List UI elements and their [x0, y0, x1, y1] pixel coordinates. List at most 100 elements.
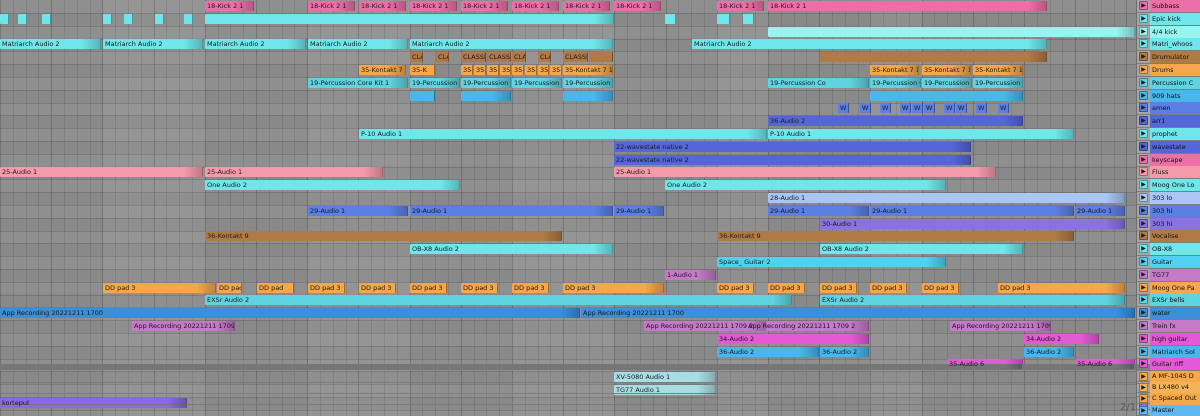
- clip[interactable]: 35-K: [410, 65, 435, 75]
- clip[interactable]: [870, 91, 1023, 101]
- track-header[interactable]: ▶ prophet: [1137, 128, 1200, 141]
- clip[interactable]: [155, 14, 164, 24]
- play-icon[interactable]: ▶: [1139, 244, 1148, 253]
- clip[interactable]: 22-wavestate native 2: [614, 155, 971, 165]
- clip[interactable]: 36-Audio 2: [1024, 347, 1074, 357]
- clip[interactable]: [461, 91, 511, 101]
- clip[interactable]: One Audio 2: [205, 180, 460, 190]
- play-icon[interactable]: ▶: [1139, 91, 1148, 100]
- clip[interactable]: Matriarch Audio 2: [103, 39, 203, 49]
- track-header[interactable]: ▶ 303 lo: [1137, 192, 1200, 205]
- clip[interactable]: EXSr Audio 2: [205, 295, 792, 305]
- clip[interactable]: CLA: [512, 52, 526, 62]
- play-icon[interactable]: ▶: [1139, 231, 1148, 240]
- track-header[interactable]: ▶ arr1: [1137, 115, 1200, 128]
- clip[interactable]: DD pad 3: [922, 283, 959, 293]
- play-icon[interactable]: ▶: [1139, 52, 1148, 61]
- track-name[interactable]: Vocalise: [1150, 230, 1200, 242]
- track-name[interactable]: Moog One Lo: [1150, 179, 1200, 191]
- clip[interactable]: W: [860, 103, 871, 113]
- clip[interactable]: 36-Kontakt 9: [205, 231, 562, 241]
- track-header[interactable]: ▶ EXSr bells: [1137, 294, 1200, 307]
- clip[interactable]: 19-Percussion Co: [922, 78, 972, 88]
- play-icon[interactable]: ▶: [1139, 1, 1148, 10]
- clip[interactable]: 19-Percussion Co: [870, 78, 921, 88]
- track-name[interactable]: Matri_whoos: [1150, 38, 1200, 50]
- play-icon[interactable]: ▶: [1139, 359, 1148, 368]
- return-track-header[interactable]: ▶ Master: [1137, 405, 1200, 416]
- track-name[interactable]: Subbass: [1150, 0, 1200, 12]
- track-name[interactable]: Trein fx: [1150, 320, 1200, 332]
- clip[interactable]: [42, 14, 51, 24]
- clip[interactable]: 35-K: [500, 65, 511, 75]
- play-icon[interactable]: ▶: [1139, 372, 1148, 381]
- clip[interactable]: DD pad 3: [768, 283, 805, 293]
- clip[interactable]: 18-Kick 2 1: [410, 1, 457, 11]
- play-icon[interactable]: ▶: [1139, 103, 1148, 112]
- track-header[interactable]: ▶ wavestate: [1137, 141, 1200, 154]
- play-icon[interactable]: ▶: [1139, 167, 1148, 176]
- track-name[interactable]: prophet: [1150, 128, 1200, 140]
- clip[interactable]: App Recording 20221211 1700: [581, 308, 1135, 318]
- clip[interactable]: 36-Audio 2: [717, 347, 819, 357]
- play-icon[interactable]: ▶: [1139, 334, 1148, 343]
- clip[interactable]: 22-wavestate native 2: [614, 142, 971, 152]
- clip[interactable]: 35-Kontakt 7 1: [922, 65, 971, 75]
- clip[interactable]: 29-Audio 1: [614, 206, 664, 216]
- clip[interactable]: [0, 14, 9, 24]
- track-name[interactable]: 909 hats: [1150, 90, 1200, 102]
- clip[interactable]: Matriarch Audio 2: [692, 39, 1047, 49]
- clip[interactable]: DD pad 3: [410, 283, 447, 293]
- clip[interactable]: [18, 14, 27, 24]
- clip[interactable]: W: [976, 103, 987, 113]
- track-name[interactable]: OB-X8: [1150, 243, 1200, 255]
- track-name[interactable]: Guitar riff: [1150, 358, 1200, 370]
- track-name[interactable]: amen: [1150, 102, 1200, 114]
- clip[interactable]: Matriarch Audio 2: [0, 39, 101, 49]
- clip[interactable]: 19-Percussion Co: [563, 78, 613, 88]
- track-header[interactable]: ▶ Guitar riff: [1137, 358, 1200, 371]
- clip[interactable]: W: [924, 103, 935, 113]
- clip[interactable]: W: [944, 103, 955, 113]
- play-icon[interactable]: ▶: [1139, 257, 1148, 266]
- clip[interactable]: 29-Audio 1: [410, 206, 613, 216]
- play-icon[interactable]: ▶: [1139, 219, 1148, 228]
- clip[interactable]: [717, 14, 730, 24]
- track-header[interactable]: ▶ TG77: [1137, 269, 1200, 282]
- play-icon[interactable]: ▶: [1139, 406, 1148, 415]
- clip[interactable]: 18-Kick 2 1: [563, 1, 610, 11]
- track-name[interactable]: EXSr bells: [1150, 294, 1200, 306]
- clip[interactable]: CLA: [538, 52, 551, 62]
- clip[interactable]: W: [912, 103, 923, 113]
- track-header[interactable]: ▶ Guitar: [1137, 256, 1200, 269]
- clip[interactable]: 18-Kick 2 1: [768, 1, 1047, 11]
- track-header[interactable]: ▶ Fluss: [1137, 166, 1200, 179]
- clip[interactable]: 19-Percussion Co: [512, 78, 562, 88]
- clip[interactable]: P-10 Audio 1: [768, 129, 1074, 139]
- clip[interactable]: 35-K: [525, 65, 537, 75]
- clip[interactable]: [743, 14, 754, 24]
- clip[interactable]: Matriarch Audio 2: [308, 39, 408, 49]
- clip[interactable]: 36-Audio 2: [768, 116, 1023, 126]
- track-header[interactable]: ▶ 303 hi: [1137, 205, 1200, 218]
- clip[interactable]: 35-K: [487, 65, 499, 75]
- clip[interactable]: CLA: [410, 52, 423, 62]
- clip[interactable]: DD pad: [217, 283, 242, 293]
- play-icon[interactable]: ▶: [1139, 155, 1148, 164]
- clip[interactable]: 19-Percussion Core Kit 1: [308, 78, 408, 88]
- clip[interactable]: OB-X8 Audio 2: [820, 244, 1023, 254]
- clip[interactable]: [563, 91, 613, 101]
- return-track-header[interactable]: ▶ A MF-104S D: [1137, 371, 1200, 383]
- clip[interactable]: 35-Kontakt 7 1: [563, 65, 613, 75]
- clip[interactable]: [589, 52, 613, 62]
- clip[interactable]: [665, 14, 676, 24]
- track-name[interactable]: Fluss: [1150, 166, 1200, 178]
- clip[interactable]: DD pad 3: [461, 283, 498, 293]
- play-icon[interactable]: ▶: [1139, 394, 1148, 403]
- clip[interactable]: CLASSIC: [461, 52, 486, 62]
- play-icon[interactable]: ▶: [1139, 142, 1148, 151]
- clip[interactable]: DD pad 3: [103, 283, 216, 293]
- clip[interactable]: DD pad 3: [717, 283, 754, 293]
- track-name[interactable]: Percussion C: [1150, 77, 1200, 89]
- clip[interactable]: 28-Audio 1: [768, 193, 1125, 203]
